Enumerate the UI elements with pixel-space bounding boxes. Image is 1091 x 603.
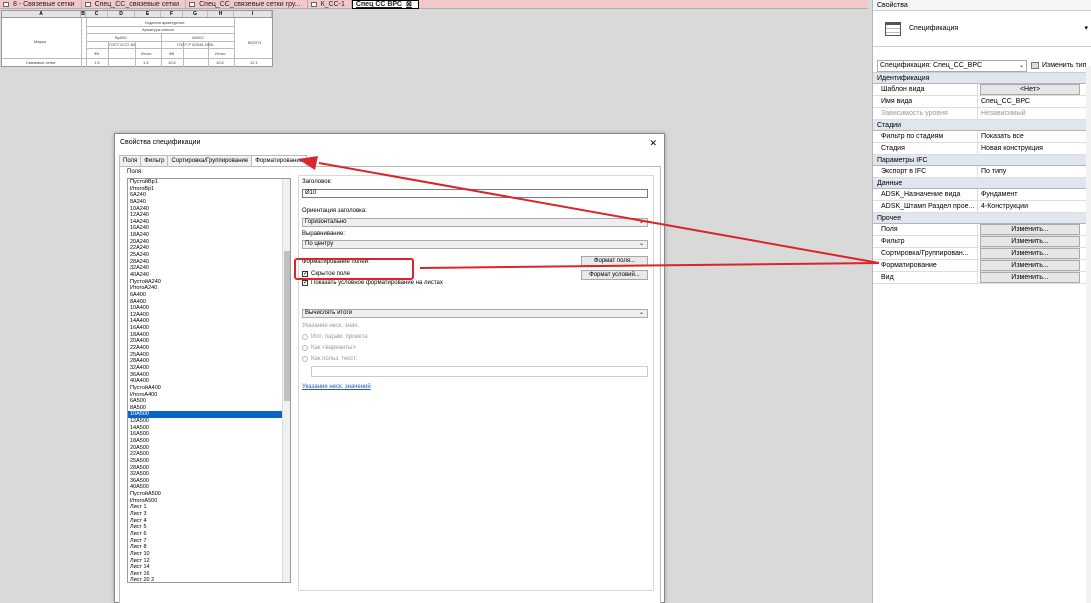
annotation-arrow-line (318, 162, 880, 264)
arrow-head-icon (298, 156, 318, 170)
annotation-arrow (298, 156, 880, 269)
annotation-arrow-line (419, 262, 880, 269)
